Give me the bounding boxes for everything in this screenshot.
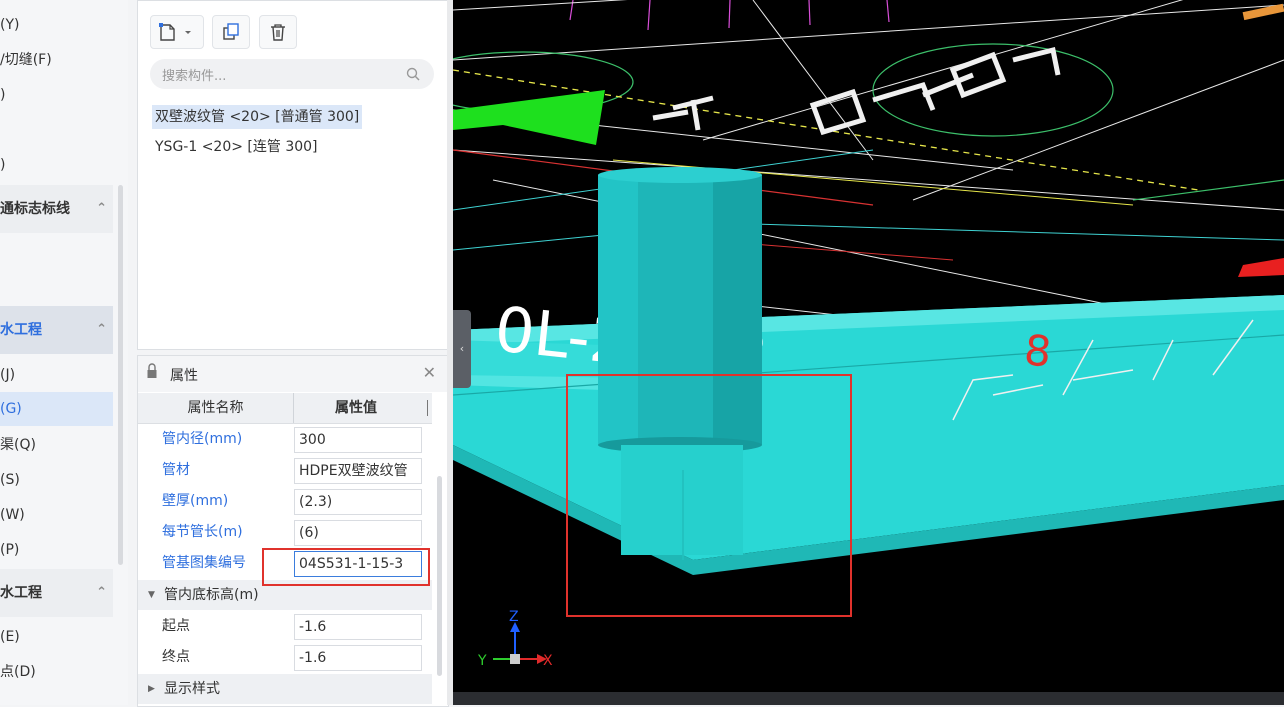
axis-y-label: Y (477, 653, 487, 669)
nav-item-label: (Y) (0, 17, 20, 33)
nav-item-label: (G) (0, 401, 22, 417)
new-file-icon (159, 23, 191, 41)
prop-value-segment-length[interactable]: (6) (294, 520, 422, 546)
close-icon[interactable]: ✕ (423, 363, 436, 382)
nav-item[interactable]: (J) (0, 358, 113, 392)
axis-z-label: Z (509, 609, 519, 625)
nav-item-label: (E) (0, 629, 20, 645)
nav-item-pipe[interactable]: (G) (0, 392, 113, 426)
properties-scrollbar[interactable] (437, 476, 442, 676)
nav-item-label: (W) (0, 507, 25, 523)
prop-label-base-atlas-no: 管基图集编号 (162, 555, 246, 571)
nav-item[interactable]: 点(D) (0, 655, 113, 689)
nav-group-traffic-markings[interactable]: 通标志标线 ⌃ (0, 185, 113, 233)
properties-panel: 属性 ✕ 属性名称 属性值 管内径(mm) 300 管材 HDPE双壁波纹管 壁… (137, 355, 449, 707)
properties-table-header: 属性名称 属性值 (138, 393, 432, 424)
scene-canvas[interactable]: 0L-2.028 8 Z X Y (453, 0, 1284, 692)
collapse-panel-button[interactable]: ‹ (453, 310, 471, 388)
copy-icon (223, 23, 239, 40)
nav-item[interactable]: ) (0, 78, 113, 112)
status-bar (453, 692, 1284, 705)
nav-group-label: 水工程 (0, 585, 42, 601)
nav-item[interactable]: (Y) (0, 8, 113, 42)
group-label: 管内底标高(m) (164, 587, 259, 603)
nav-item-label: 渠(Q) (0, 437, 36, 453)
nav-item-label: 点(D) (0, 664, 36, 680)
nav-item-label: (P) (0, 542, 20, 558)
prop-label-segment-length: 每节管长(m) (162, 524, 243, 540)
component-list-panel: 搜索构件... 双壁波纹管 <20> [普通管 300] YSG-1 <20> … (137, 0, 449, 350)
prop-value-start[interactable]: -1.6 (294, 614, 422, 640)
triangle-down-icon: ▼ (148, 590, 155, 600)
nav-item-label: ) (0, 87, 6, 103)
viewport-3d[interactable]: 0L-2.028 8 Z X Y (453, 0, 1284, 692)
chevron-up-icon[interactable]: ⌃ (96, 306, 107, 354)
prop-value-end[interactable]: -1.6 (294, 645, 422, 671)
copy-component-button[interactable] (212, 15, 250, 49)
prop-value-material[interactable]: HDPE双壁波纹管 (294, 458, 422, 484)
nav-item[interactable]: (P) (0, 533, 113, 567)
column-resize-handle[interactable] (427, 400, 428, 416)
nav-group-water-supply[interactable]: 水工程 ⌃ (0, 569, 113, 617)
triangle-right-icon: ▶ (148, 684, 155, 694)
nav-item-label: /切缝(F) (0, 52, 52, 68)
chevron-up-icon[interactable]: ⌃ (96, 569, 107, 617)
nav-group-label: 水工程 (0, 322, 42, 338)
search-input[interactable]: 搜索构件... (150, 59, 434, 89)
nav-item[interactable]: (S) (0, 463, 113, 497)
lock-icon[interactable] (146, 362, 158, 382)
prop-value-wall-thickness[interactable]: (2.3) (294, 489, 422, 515)
axis-x-label: X (543, 653, 553, 669)
nav-item-label: (S) (0, 472, 20, 488)
chevron-up-icon[interactable]: ⌃ (96, 185, 107, 233)
nav-group-drainage[interactable]: 水工程 ⌃ (0, 306, 113, 354)
column-header-value: 属性值 (335, 400, 377, 416)
prop-label-wall-thickness: 壁厚(mm) (162, 493, 229, 509)
prop-value-inner-diameter[interactable]: 300 (294, 427, 422, 453)
nav-group-label: 通标志标线 (0, 201, 70, 217)
scene-elevation-digit: 8 (1022, 325, 1054, 377)
prop-label-material: 管材 (162, 462, 190, 478)
nav-item[interactable]: (W) (0, 498, 113, 532)
nav-item[interactable]: (E) (0, 620, 113, 654)
prop-label-end: 终点 (162, 649, 190, 665)
nav-item-label: (J) (0, 367, 16, 383)
component-item[interactable]: YSG-1 <20> [连管 300] (152, 135, 321, 159)
chevron-left-icon: ‹ (459, 342, 465, 355)
group-label: 显示样式 (164, 681, 220, 697)
nav-item[interactable]: /切缝(F) (0, 43, 113, 77)
left-nav-tree: (Y) /切缝(F) ) ) 通标志标线 ⌃ 水工程 ⌃ (J) (G) 渠(Q… (0, 0, 128, 705)
axis-gizmo: Z X Y (477, 609, 553, 669)
properties-title: 属性 (170, 368, 198, 384)
delete-component-button[interactable] (259, 15, 297, 49)
group-display-style[interactable]: ▶ 显示样式 (138, 674, 432, 704)
highlight-box-atlas-field (262, 548, 430, 586)
nav-item-label: ) (0, 157, 6, 173)
column-header-name: 属性名称 (187, 400, 244, 416)
search-icon[interactable] (406, 67, 420, 81)
trash-icon (271, 24, 285, 41)
properties-header: 属性 ✕ (138, 356, 448, 392)
new-component-button[interactable] (150, 15, 204, 49)
search-placeholder: 搜索构件... (162, 69, 227, 84)
prop-label-start: 起点 (162, 618, 190, 634)
nav-item[interactable]: ) (0, 148, 113, 182)
component-item[interactable]: 双壁波纹管 <20> [普通管 300] (152, 105, 363, 129)
nav-item[interactable]: 渠(Q) (0, 428, 113, 462)
prop-label-inner-diameter: 管内径(mm) (162, 431, 243, 447)
nav-scrollbar[interactable] (118, 185, 123, 565)
